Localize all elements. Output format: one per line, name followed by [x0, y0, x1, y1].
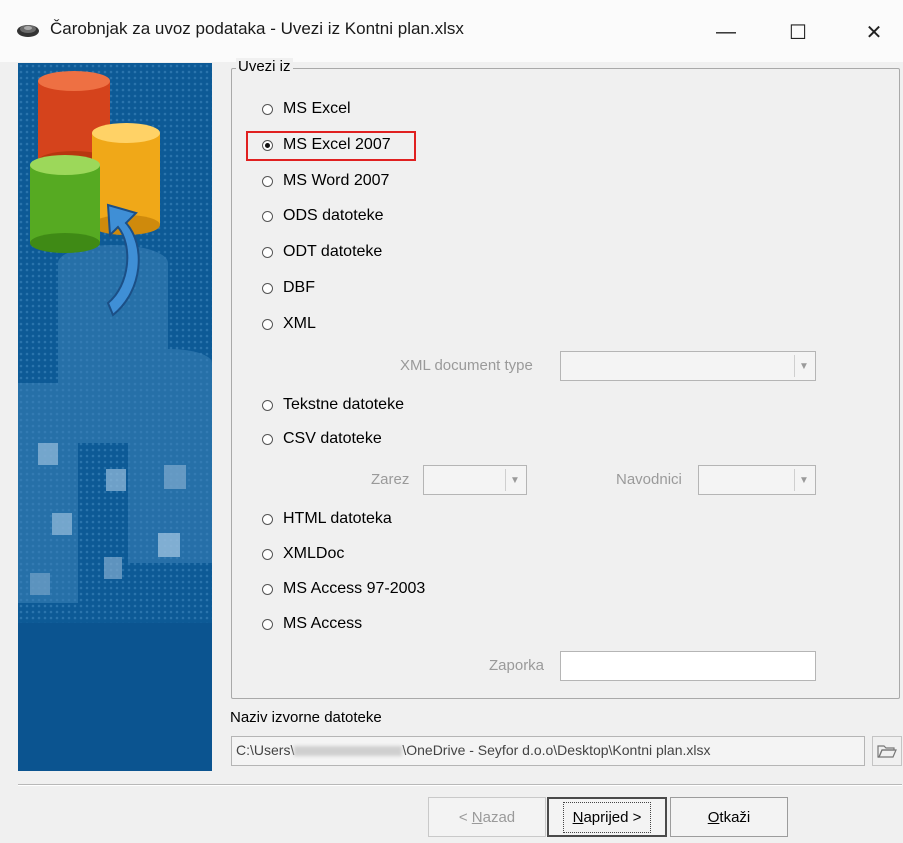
radio-label: MS Access: [283, 615, 363, 632]
radio-label: MS Word 2007: [283, 172, 390, 189]
radio-button-icon[interactable]: [262, 210, 273, 222]
radio-dbf[interactable]: DBF: [262, 277, 315, 299]
browse-button[interactable]: [872, 736, 902, 766]
chevron-down-icon[interactable]: ▼: [794, 355, 813, 377]
radio-button-icon[interactable]: [262, 282, 273, 294]
import-source-legend: Uvezi iz: [236, 58, 293, 75]
radio-button-icon[interactable]: [262, 103, 273, 115]
radio-label: DBF: [283, 279, 315, 296]
footer-separator: [18, 784, 902, 786]
radio-tekstne-datoteke[interactable]: Tekstne datoteke: [262, 394, 404, 416]
radio-ods-datoteke[interactable]: ODS datoteke: [262, 205, 384, 227]
back-button[interactable]: < Nazad: [428, 797, 546, 837]
radio-csv-datoteke[interactable]: CSV datoteke: [262, 428, 382, 450]
zaporka-label: Zaporka: [489, 657, 545, 674]
selection-highlight-box: [246, 131, 416, 161]
radio-button-icon[interactable]: [262, 433, 273, 445]
chevron-down-icon[interactable]: ▼: [794, 469, 813, 491]
path-prefix: C:\Users\: [236, 742, 295, 758]
radio-button-icon[interactable]: [262, 583, 273, 595]
radio-xmldoc[interactable]: XMLDoc: [262, 543, 344, 565]
source-file-label: Naziv izvorne datoteke: [230, 709, 382, 726]
radio-label: HTML datoteka: [283, 510, 392, 527]
radio-label: ODS datoteke: [283, 207, 384, 224]
radio-ms-word-2007[interactable]: MS Word 2007: [262, 170, 389, 192]
wizard-side-panel: [18, 63, 212, 771]
radio-button-icon[interactable]: [262, 548, 273, 560]
database-illustration: [18, 63, 212, 771]
close-button[interactable]: ✕: [852, 16, 896, 48]
radio-button-icon[interactable]: [262, 175, 273, 187]
radio-odt-datoteke[interactable]: ODT datoteke: [262, 241, 382, 263]
radio-xml[interactable]: XML: [262, 313, 316, 335]
radio-ms-access[interactable]: MS Access: [262, 613, 362, 635]
xml-document-type-select[interactable]: ▼: [560, 351, 816, 381]
back-button-label: < Nazad: [458, 808, 516, 826]
radio-label: CSV datoteke: [283, 430, 382, 447]
minimize-button[interactable]: —: [704, 16, 748, 48]
radio-label: XML: [283, 315, 316, 332]
import-wizard-window: Čarobnjak za uvoz podataka - Uvezi iz Ko…: [0, 0, 903, 843]
radio-label: Tekstne datoteke: [283, 396, 404, 413]
radio-button-icon[interactable]: [262, 618, 273, 630]
chevron-down-icon[interactable]: ▼: [505, 469, 524, 491]
zarez-label: Zarez: [371, 471, 410, 488]
source-file-path-field[interactable]: C:\Users\ \OneDrive - Seyfor d.o.o\Deskto…: [231, 736, 865, 766]
navodnici-label: Navodnici: [616, 471, 682, 488]
folder-open-icon: [877, 745, 897, 758]
zarez-select[interactable]: ▼: [423, 465, 527, 495]
import-source-group: [231, 68, 900, 699]
window-title: Čarobnjak za uvoz podataka - Uvezi iz Ko…: [50, 19, 464, 38]
redacted-username: [294, 746, 403, 757]
navodnici-select[interactable]: ▼: [698, 465, 816, 495]
title-bar[interactable]: Čarobnjak za uvoz podataka - Uvezi iz Ko…: [0, 0, 903, 62]
radio-label: XMLDoc: [283, 545, 345, 562]
radio-ms-excel[interactable]: MS Excel: [262, 98, 351, 120]
radio-button-icon[interactable]: [262, 318, 273, 330]
radio-label: MS Access 97-2003: [283, 580, 426, 597]
radio-html-datoteka[interactable]: HTML datoteka: [262, 508, 392, 530]
cancel-button[interactable]: Otkaži: [670, 797, 788, 837]
radio-label: ODT datoteke: [283, 243, 383, 260]
zaporka-input[interactable]: [560, 651, 816, 681]
cancel-button-label: Otkaži: [707, 808, 751, 826]
radio-label: MS Excel: [283, 100, 351, 117]
radio-button-icon[interactable]: [262, 246, 273, 258]
xml-document-type-label: XML document type: [400, 357, 533, 374]
radio-ms-access-97-2003[interactable]: MS Access 97-2003: [262, 578, 425, 600]
radio-button-icon[interactable]: [262, 513, 273, 525]
next-button-label: Naprijed >: [562, 801, 652, 833]
maximize-button[interactable]: ☐: [776, 16, 820, 48]
app-icon: [17, 25, 39, 37]
radio-button-icon[interactable]: [262, 399, 273, 411]
next-button[interactable]: Naprijed >: [547, 797, 667, 837]
path-suffix: \OneDrive - Seyfor d.o.o\Desktop\Kontni …: [402, 742, 711, 758]
